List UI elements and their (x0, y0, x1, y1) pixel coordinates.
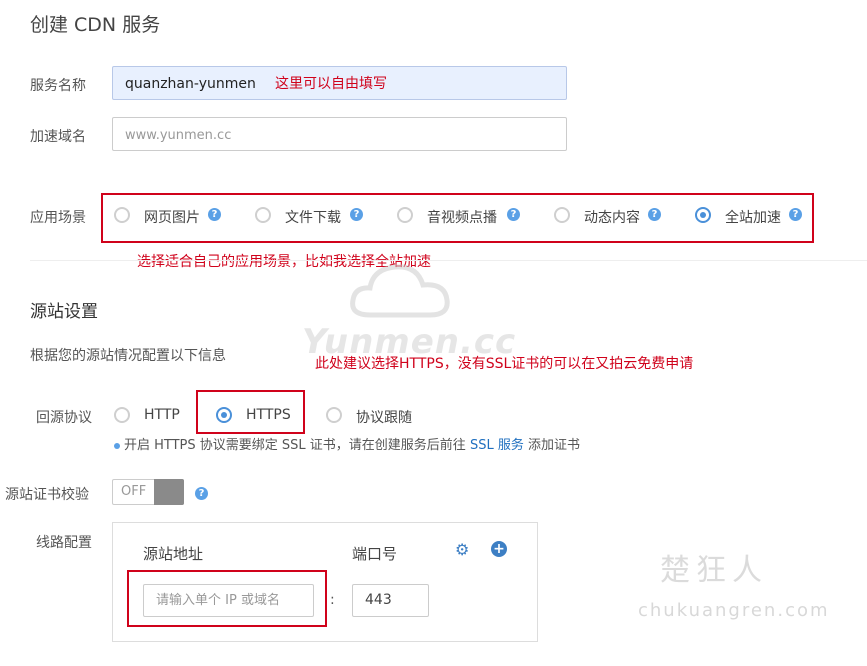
scenario-radio-full-site[interactable] (695, 207, 711, 223)
question-circle-icon[interactable]: ? (789, 208, 802, 221)
protocol-radio-http[interactable] (114, 407, 130, 423)
origin-section-title: 源站设置 (30, 302, 98, 322)
scenario-radio-video-on-demand[interactable] (397, 207, 413, 223)
origin-address-placeholder: 请输入单个 IP 或域名 (156, 593, 280, 608)
question-circle-icon[interactable]: ? (507, 208, 520, 221)
page-title: 创建 CDN 服务 (30, 14, 161, 36)
service-name-annotation: 这里可以自由填写 (275, 76, 387, 92)
service-name-value: quanzhan-yunmen (125, 76, 256, 92)
cert-check-toggle[interactable]: OFF (112, 479, 184, 505)
toggle-knob (154, 479, 184, 505)
gear-icon[interactable]: ⚙ (455, 542, 471, 558)
question-circle-icon[interactable]: ? (195, 487, 208, 500)
domain-input[interactable]: www.yunmen.cc (112, 117, 567, 151)
port-value: 443 (365, 592, 392, 608)
plus-circle-icon[interactable]: + (491, 541, 507, 557)
scenario-option-web-images: 网页图片 (144, 210, 200, 226)
info-dot-icon (114, 442, 120, 449)
protocol-option-http: HTTP (144, 407, 180, 423)
https-hint-prefix: 开启 HTTPS 协议需要绑定 SSL 证书，请在创建服务后前往 (124, 438, 470, 453)
scenario-radio-dynamic-content[interactable] (554, 207, 570, 223)
scenario-option-full-site: 全站加速 (725, 210, 781, 226)
protocol-option-https: HTTPS (246, 407, 291, 423)
address-port-separator: : (330, 592, 335, 608)
https-hint-suffix: 添加证书 (523, 438, 580, 453)
origin-subtitle: 根据您的源站情况配置以下信息 (30, 348, 226, 364)
service-name-label: 服务名称 (30, 78, 86, 94)
cert-check-label: 源站证书校验 (5, 487, 89, 503)
ssl-service-link[interactable]: SSL 服务 (470, 438, 524, 453)
site-watermark: chukuangren.com (638, 600, 830, 621)
protocol-radio-follow[interactable] (326, 407, 342, 423)
port-input[interactable]: 443 (352, 584, 429, 617)
scenario-radio-web-images[interactable] (114, 207, 130, 223)
cn-watermark: 楚狂人 (660, 553, 768, 588)
origin-address-input[interactable]: 请输入单个 IP 或域名 (143, 584, 314, 617)
domain-label: 加速域名 (30, 129, 86, 145)
origin-annotation: 此处建议选择HTTPS，没有SSL证书的可以在又拍云免费申请 (315, 356, 694, 372)
port-header: 端口号 (352, 545, 398, 563)
protocol-label: 回源协议 (36, 410, 92, 426)
scenario-option-dynamic-content: 动态内容 (584, 210, 640, 226)
protocol-radio-https[interactable] (216, 407, 232, 423)
origin-address-header: 源站地址 (143, 545, 204, 563)
domain-placeholder: www.yunmen.cc (125, 128, 232, 143)
route-label: 线路配置 (36, 535, 92, 551)
question-circle-icon[interactable]: ? (648, 208, 661, 221)
question-circle-icon[interactable]: ? (350, 208, 363, 221)
cert-check-state: OFF (121, 484, 147, 499)
protocol-option-follow: 协议跟随 (356, 410, 412, 426)
cloud-watermark-icon (350, 264, 450, 318)
scenario-radio-file-download[interactable] (255, 207, 271, 223)
scenario-option-file-download: 文件下载 (285, 210, 341, 226)
question-circle-icon[interactable]: ? (208, 208, 221, 221)
https-hint: 开启 HTTPS 协议需要绑定 SSL 证书，请在创建服务后前往 SSL 服务 … (114, 434, 580, 453)
scenario-option-video-on-demand: 音视频点播 (427, 210, 497, 226)
scenario-label: 应用场景 (30, 210, 86, 226)
